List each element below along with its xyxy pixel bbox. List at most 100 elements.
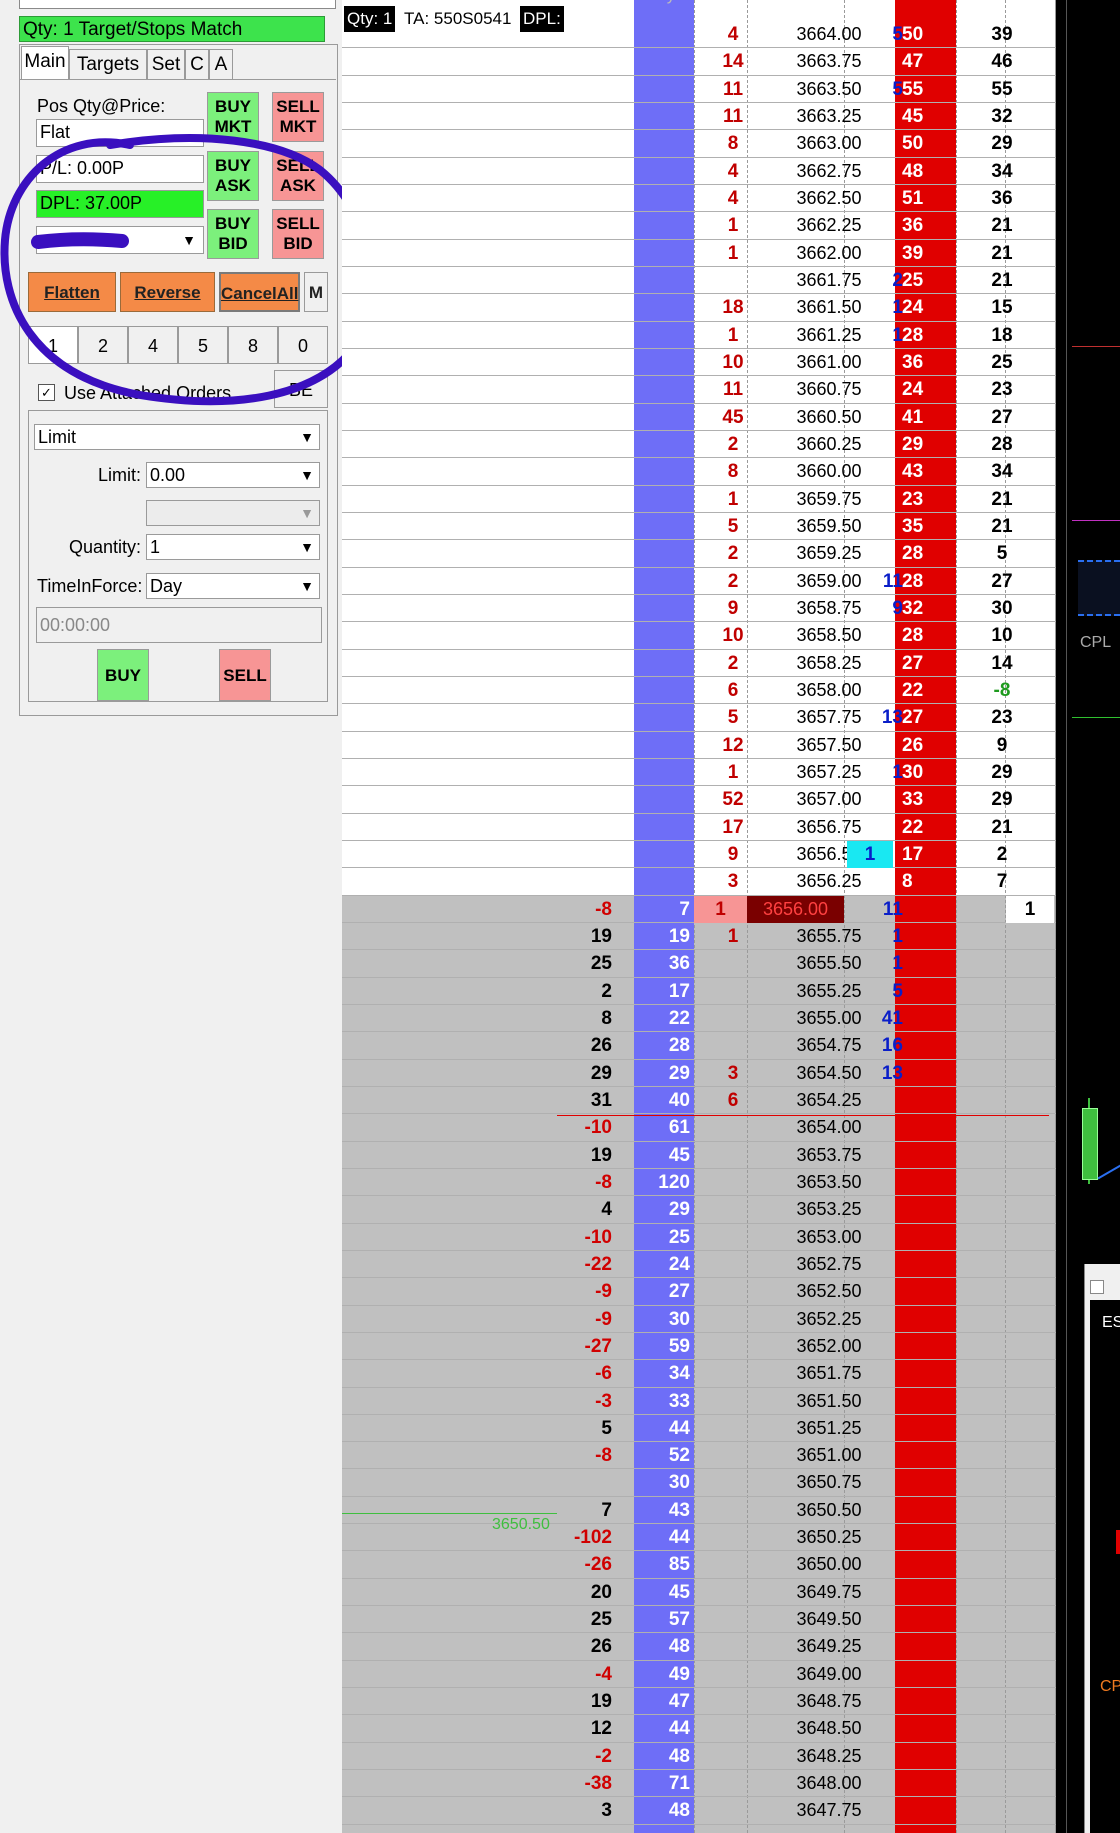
price-cell[interactable]: 3663.25 <box>774 103 884 130</box>
ask-size-cell[interactable]: 41 <box>847 1005 903 1032</box>
bid-size-cell[interactable]: 18 <box>694 294 772 321</box>
bid-size-cell[interactable]: 2 <box>694 540 772 567</box>
delta-cell[interactable]: -38 <box>532 1770 612 1797</box>
price-cell[interactable]: 3659.25 <box>774 540 884 567</box>
buy-volume-cell[interactable]: 7 <box>634 896 690 923</box>
bid-size-cell[interactable]: 11 <box>694 76 772 103</box>
last-volume-cell[interactable]: 21 <box>967 814 1037 841</box>
bid-size-cell[interactable]: 11 <box>694 103 772 130</box>
price-cell[interactable]: 3656.25 <box>774 868 884 895</box>
buy-volume-cell[interactable]: 52 <box>634 1442 690 1469</box>
chevron-down-icon[interactable]: ▼ <box>296 502 318 524</box>
bid-size-cell[interactable]: 52 <box>694 786 772 813</box>
sell-volume-cell[interactable]: 36 <box>897 212 953 239</box>
bid-size-cell[interactable]: 1 <box>694 895 747 923</box>
bid-size-cell[interactable]: 5 <box>694 704 772 731</box>
delta-cell[interactable]: 25 <box>532 950 612 977</box>
price-cell[interactable]: 3662.25 <box>774 212 884 239</box>
ask-size-cell[interactable]: 1 <box>847 923 903 950</box>
sell-volume-cell[interactable]: 24 <box>897 376 953 403</box>
sell-button[interactable]: SELL <box>219 649 271 701</box>
last-volume-cell[interactable]: 25 <box>967 349 1037 376</box>
last-volume-cell[interactable]: 23 <box>967 376 1037 403</box>
last-volume-cell[interactable]: 21 <box>967 513 1037 540</box>
price-cell[interactable]: 3648.00 <box>774 1770 884 1797</box>
sell-volume-cell[interactable]: 48 <box>897 158 953 185</box>
ask-size-cell[interactable]: 5 <box>847 978 903 1005</box>
sell-volume-cell[interactable]: 45 <box>897 103 953 130</box>
last-volume-cell[interactable]: 36 <box>967 185 1037 212</box>
price-cell[interactable]: 3663.00 <box>774 130 884 157</box>
price-cell[interactable]: 3657.50 <box>774 732 884 759</box>
sell-volume-cell[interactable]: 29 <box>897 431 953 458</box>
sell-volume-cell[interactable]: 8 <box>897 868 953 895</box>
ask-size-cell[interactable]: 13 <box>847 704 903 731</box>
delta-cell[interactable]: -27 <box>532 1333 612 1360</box>
price-cell[interactable]: 3654.25 <box>774 1087 884 1114</box>
bid-size-cell[interactable]: 1 <box>694 212 772 239</box>
price-cell[interactable]: 3653.75 <box>774 1142 884 1169</box>
last-volume-cell[interactable]: 55 <box>967 76 1037 103</box>
delta-cell[interactable]: -9 <box>532 1306 612 1333</box>
last-volume-cell[interactable]: 28 <box>967 431 1037 458</box>
ask-size-cell[interactable]: 1 <box>847 759 903 786</box>
time-in-force-select[interactable]: Day <box>146 573 320 599</box>
buy-volume-cell[interactable]: 71 <box>634 1770 690 1797</box>
chevron-down-icon[interactable]: ▼ <box>296 575 318 597</box>
sell-volume-cell[interactable]: 23 <box>897 486 953 513</box>
price-cell[interactable]: 3651.25 <box>774 1415 884 1442</box>
buy-volume-cell[interactable]: 34 <box>634 1360 690 1387</box>
bid-size-cell[interactable]: 4 <box>694 21 772 48</box>
chevron-down-icon[interactable]: ▼ <box>296 464 318 486</box>
delta-cell[interactable]: -10 <box>532 1114 612 1141</box>
sell-volume-cell[interactable]: 28 <box>897 568 953 595</box>
delta-cell[interactable]: 19 <box>532 923 612 950</box>
buy-volume-cell[interactable]: 61 <box>634 1114 690 1141</box>
bid-size-cell[interactable]: 1 <box>694 759 772 786</box>
bid-size-cell[interactable]: 6 <box>694 1087 772 1114</box>
buy-volume-cell[interactable]: 24 <box>634 1251 690 1278</box>
buy-volume-cell[interactable]: 45 <box>634 1142 690 1169</box>
price-cell[interactable]: 3652.50 <box>774 1278 884 1305</box>
limit-price-input[interactable]: 0.00 <box>146 462 320 488</box>
bid-size-cell[interactable]: 1 <box>694 240 772 267</box>
price-cell[interactable]: 3651.00 <box>774 1442 884 1469</box>
price-cell[interactable]: 3663.75 <box>774 48 884 75</box>
last-volume-cell[interactable]: 30 <box>967 595 1037 622</box>
time-input[interactable]: 00:00:00 <box>36 607 322 643</box>
last-volume-cell[interactable]: 21 <box>967 240 1037 267</box>
sell-volume-cell[interactable]: 17 <box>897 841 953 868</box>
ask-size-cell[interactable]: 13 <box>847 1060 903 1087</box>
price-cell[interactable]: 3662.75 <box>774 158 884 185</box>
buy-volume-cell[interactable]: 44 <box>634 1715 690 1742</box>
last-volume-cell[interactable]: 23 <box>967 704 1037 731</box>
sell-volume-cell[interactable]: 32 <box>897 595 953 622</box>
buy-volume-cell[interactable]: 30 <box>634 1469 690 1496</box>
price-cell[interactable]: 3648.50 <box>774 1715 884 1742</box>
buy-volume-cell[interactable]: 57 <box>634 1606 690 1633</box>
delta-cell[interactable]: -2 <box>532 1743 612 1770</box>
buy-volume-cell[interactable]: 47 <box>634 1688 690 1715</box>
price-cell[interactable]: 3652.00 <box>774 1333 884 1360</box>
ask-size-cell[interactable]: 1 <box>847 840 893 868</box>
price-cell[interactable]: 3652.25 <box>774 1306 884 1333</box>
bid-size-cell[interactable]: 8 <box>694 130 772 157</box>
buy-volume-cell[interactable]: 43 <box>634 1497 690 1524</box>
delta-cell[interactable]: -26 <box>532 1551 612 1578</box>
price-cell[interactable]: 3660.75 <box>774 376 884 403</box>
price-cell[interactable]: 3653.25 <box>774 1196 884 1223</box>
price-cell[interactable]: 3653.50 <box>774 1169 884 1196</box>
bid-size-cell[interactable]: 5 <box>694 513 772 540</box>
buy-volume-cell[interactable]: 28 <box>634 1032 690 1059</box>
sell-volume-cell[interactable]: 28 <box>897 622 953 649</box>
sell-volume-cell[interactable]: 22 <box>897 814 953 841</box>
buy-volume-cell[interactable]: 30 <box>634 1306 690 1333</box>
delta-cell[interactable]: 19 <box>532 1688 612 1715</box>
buy-volume-cell[interactable]: 48 <box>634 1743 690 1770</box>
buy-volume-cell[interactable]: 44 <box>634 1415 690 1442</box>
last-volume-cell[interactable]: 29 <box>967 786 1037 813</box>
sell-volume-cell[interactable]: 22 <box>897 677 953 704</box>
buy-volume-cell[interactable]: 49 <box>634 1661 690 1688</box>
price-cell[interactable]: 3660.00 <box>774 458 884 485</box>
last-volume-cell[interactable]: 15 <box>967 294 1037 321</box>
